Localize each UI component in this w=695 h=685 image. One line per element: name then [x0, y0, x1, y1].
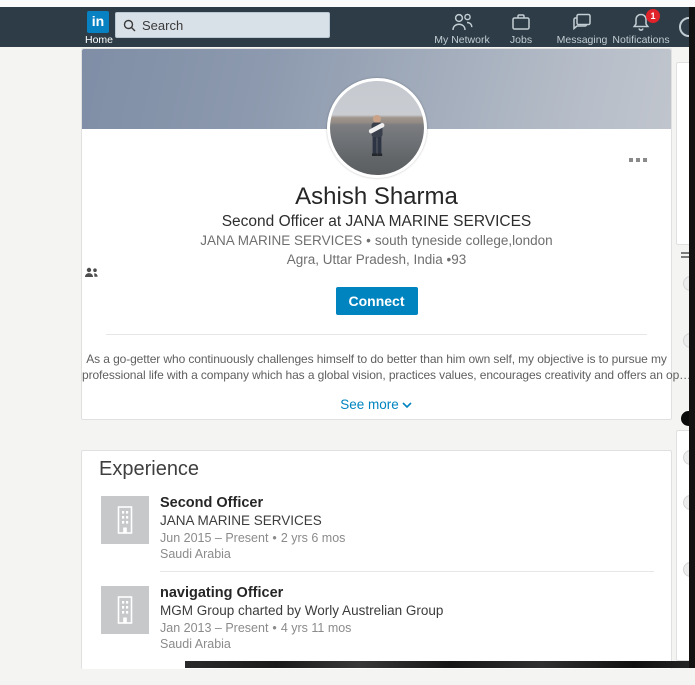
experience-entry-1[interactable]: Second Officer JANA MARINE SERVICES Jun … [82, 495, 671, 595]
overflow-menu-icon[interactable] [629, 155, 651, 165]
profile-summary: As a go-getter who continuously challeng… [82, 351, 671, 383]
home-label: Home [85, 34, 111, 46]
education[interactable]: south tyneside college,london [375, 233, 553, 248]
job-dates: Jan 2013 – Present•4 yrs 11 mos [160, 621, 351, 635]
chevron-down-icon [401, 399, 413, 411]
building-icon [112, 505, 138, 535]
home-nav-item[interactable]: in Home [85, 11, 111, 46]
connections-icon [84, 267, 99, 278]
connections-count[interactable]: •93 [447, 252, 467, 267]
connect-button[interactable]: Connect [336, 287, 418, 315]
company-logo-placeholder [101, 496, 149, 544]
summary-line-1: As a go-getter who continuously challeng… [82, 351, 671, 367]
search-box[interactable] [115, 12, 330, 38]
job-duration: 2 yrs 6 mos [281, 531, 346, 545]
see-more-link[interactable]: See more [82, 397, 671, 412]
job-location: Saudi Arabia [160, 637, 231, 651]
job-title: navigating Officer [160, 585, 283, 601]
window-top-edge [0, 0, 695, 7]
nav-item-notifications[interactable]: 1 Notifications [601, 12, 681, 46]
profile-headline: Second Officer at JANA MARINE SERVICES [82, 213, 671, 231]
profile-name: Ashish Sharma [82, 183, 671, 211]
job-duration: 4 yrs 11 mos [281, 621, 352, 635]
experience-card: Experience Second Officer JANA MARINE SE… [81, 450, 672, 669]
messaging-icon [571, 12, 593, 32]
profile-photo[interactable] [327, 78, 427, 178]
experience-entry-2[interactable]: navigating Officer MGM Group charted by … [82, 585, 671, 685]
my-network-icon [450, 12, 474, 32]
current-company[interactable]: JANA MARINE SERVICES [200, 233, 362, 248]
job-dates: Jun 2015 – Present•2 yrs 6 mos [160, 531, 345, 545]
scrollbar-strip[interactable] [689, 7, 695, 668]
linkedin-logo[interactable]: in [87, 11, 109, 33]
company-logo-placeholder [101, 586, 149, 634]
profile-company-education: JANA MARINE SERVICES•south tyneside coll… [82, 233, 671, 248]
nav-label-notifications: Notifications [601, 34, 681, 46]
right-rail-partial-text [681, 252, 689, 259]
job-company: MGM Group charted by Worly Austrelian Gr… [160, 603, 443, 618]
job-location: Saudi Arabia [160, 547, 231, 561]
job-title: Second Officer [160, 495, 263, 511]
job-company: JANA MARINE SERVICES [160, 513, 322, 528]
profile-card: Ashish Sharma Second Officer at JANA MAR… [81, 48, 672, 420]
building-icon [112, 595, 138, 625]
bottom-partial-element [185, 661, 695, 668]
location-text: Agra, Uttar Pradesh, India [287, 252, 443, 267]
experience-heading: Experience [99, 458, 199, 481]
jobs-icon [510, 12, 532, 32]
summary-divider [106, 334, 647, 335]
search-icon [123, 19, 136, 32]
entry-divider [160, 571, 654, 572]
notification-badge: 1 [646, 9, 660, 23]
search-input[interactable] [142, 18, 322, 33]
profile-location-line: Agra, Uttar Pradesh, India •93 [82, 252, 671, 278]
top-navbar: in Home My Network Jobs [0, 7, 695, 47]
person-in-photo [364, 113, 390, 169]
summary-line-2: professional life with a company which h… [82, 367, 671, 383]
